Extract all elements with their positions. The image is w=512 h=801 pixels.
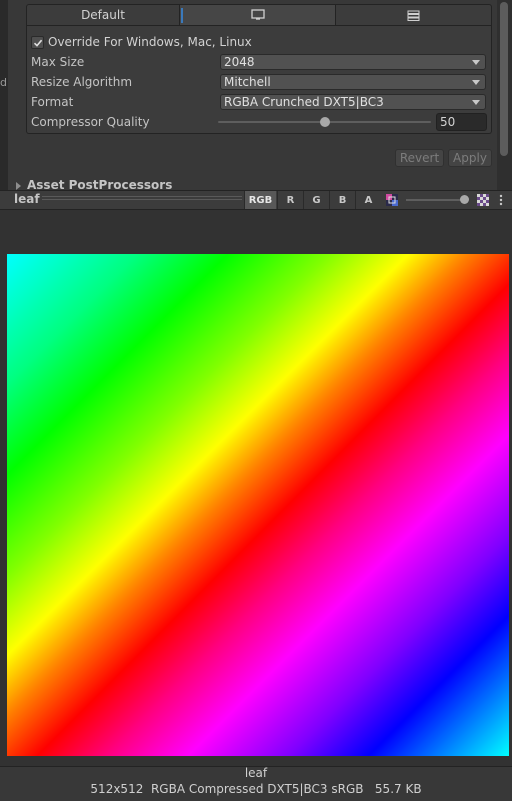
override-label: Override For Windows, Mac, Linux	[48, 35, 252, 49]
more-options-icon[interactable]	[498, 193, 504, 207]
monitor-icon	[250, 9, 265, 20]
compressor-quality-slider-thumb[interactable]	[320, 117, 330, 127]
chevron-down-icon	[472, 80, 480, 85]
compressor-quality-input[interactable]: 50	[436, 113, 487, 131]
tab-default-label: Default	[81, 8, 125, 22]
resize-algorithm-dropdown[interactable]: Mitchell	[220, 74, 486, 90]
mipmap-icon[interactable]	[386, 194, 398, 206]
chevron-down-icon	[472, 60, 480, 65]
channel-r-button[interactable]: R	[277, 191, 303, 209]
preview-title: leaf	[14, 192, 40, 206]
max-size-dropdown[interactable]: 2048	[220, 54, 486, 70]
mip-level-slider[interactable]	[406, 199, 464, 201]
texture-preview-image	[7, 254, 509, 756]
format-label: Format	[31, 95, 74, 109]
resize-algorithm-label: Resize Algorithm	[31, 75, 133, 89]
override-checkbox[interactable]	[31, 36, 44, 49]
channel-rgb-button[interactable]: RGB	[244, 191, 276, 209]
preview-drag-handle[interactable]	[42, 196, 242, 202]
channel-g-button[interactable]: G	[303, 191, 329, 209]
compressor-quality-label: Compressor Quality	[31, 115, 150, 129]
platform-tabs: Default	[26, 4, 492, 26]
tab-standalone[interactable]	[180, 4, 336, 26]
chevron-right-icon	[16, 182, 21, 190]
texture-info: 512x512 RGBA Compressed DXT5|BC3 sRGB 55…	[90, 782, 422, 796]
alpha-checker-icon[interactable]	[477, 194, 489, 206]
mip-level-slider-thumb[interactable]	[460, 195, 469, 204]
server-icon	[407, 10, 420, 21]
tab-server[interactable]	[336, 4, 492, 26]
channel-b-button[interactable]: B	[329, 191, 355, 209]
revert-button[interactable]: Revert	[395, 149, 444, 167]
chevron-down-icon	[472, 100, 480, 105]
asset-postprocessors-label: Asset PostProcessors	[27, 178, 173, 190]
format-dropdown[interactable]: RGBA Crunched DXT5|BC3	[220, 94, 486, 110]
max-size-value: 2048	[224, 55, 255, 69]
resize-algorithm-value: Mitchell	[224, 75, 271, 89]
asset-postprocessors-foldout[interactable]: Asset PostProcessors	[8, 178, 497, 190]
tab-default[interactable]: Default	[26, 4, 180, 26]
texture-name: leaf	[244, 766, 268, 780]
max-size-label: Max Size	[31, 55, 85, 69]
clipped-left-label: d	[0, 76, 6, 89]
checkmark-icon	[33, 39, 43, 47]
scrollbar-thumb[interactable]	[500, 2, 508, 156]
left-edge-strip	[0, 0, 8, 190]
format-value: RGBA Crunched DXT5|BC3	[224, 95, 384, 109]
channel-a-button[interactable]: A	[355, 191, 381, 209]
apply-button[interactable]: Apply	[448, 149, 492, 167]
